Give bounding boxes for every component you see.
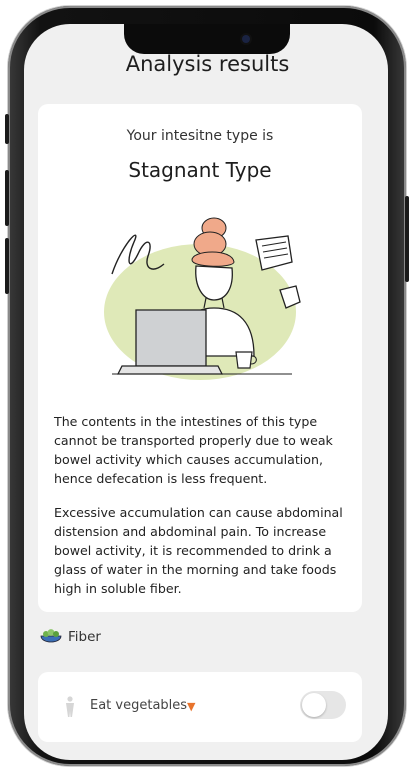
power-button (405, 196, 409, 282)
salad-bowl-icon (40, 629, 62, 643)
toggle-knob[interactable] (302, 693, 326, 717)
result-subtitle: Your intesitne type is (126, 128, 274, 144)
description-paragraph: Excessive accumulation can cause abdomin… (54, 505, 343, 596)
description-paragraph: The contents in the intestines of this t… (54, 414, 333, 486)
page-title: Analysis results (125, 52, 290, 76)
dropdown-caret-icon[interactable]: ▼ (187, 700, 195, 713)
person-icon (66, 696, 74, 717)
fiber-section-header: Fiber (40, 628, 101, 646)
habit-toggle[interactable] (300, 691, 346, 719)
paper-sheet-icon (255, 235, 293, 271)
habit-row: Eat vegetables ▼ (38, 672, 362, 742)
habit-label[interactable]: Eat vegetables (90, 698, 187, 713)
section-label: Fiber (68, 629, 101, 645)
notch (124, 24, 290, 54)
result-card: Your intesitne type is Stagnant Type The… (38, 104, 362, 612)
intestine-type-name: Stagnant Type (128, 158, 272, 182)
volume-down-button (5, 238, 9, 294)
mute-switch (5, 114, 9, 144)
volume-up-button (5, 170, 9, 226)
person-at-laptop-illustration (104, 217, 301, 380)
camera-icon (242, 35, 250, 43)
